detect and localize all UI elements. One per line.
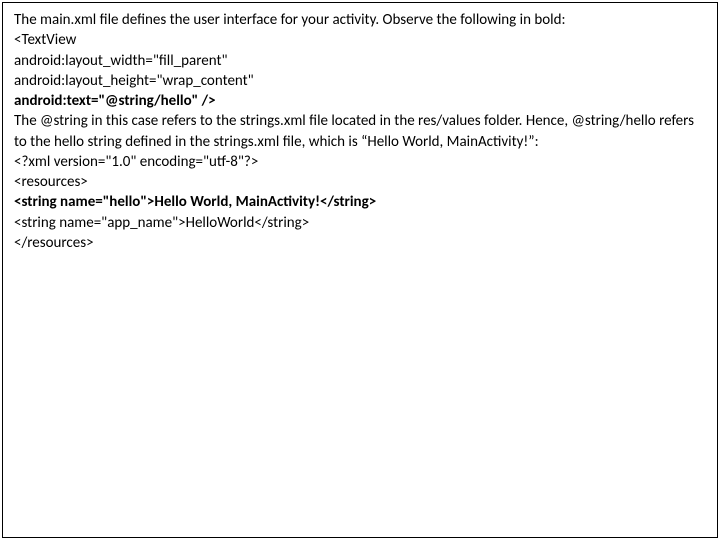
text-line: The @string in this case refers to the s… <box>14 111 706 152</box>
code-line: </resources> <box>14 233 706 253</box>
code-line: android:layout_width="fill_parent" <box>14 51 706 71</box>
code-line: <resources> <box>14 172 706 192</box>
code-line: <string name="app_name">HelloWorld</stri… <box>14 213 706 233</box>
text-line: The main.xml file defines the user inter… <box>14 10 706 30</box>
code-line: <TextView <box>14 30 706 50</box>
code-line-bold: <string name="hello">Hello World, MainAc… <box>14 192 706 212</box>
code-line: android:layout_height="wrap_content" <box>14 71 706 91</box>
code-line-bold: android:text="@string/hello" /> <box>14 91 706 111</box>
document-body: The main.xml file defines the user inter… <box>10 8 710 255</box>
code-line: <?xml version="1.0" encoding="utf-8"?> <box>14 152 706 172</box>
